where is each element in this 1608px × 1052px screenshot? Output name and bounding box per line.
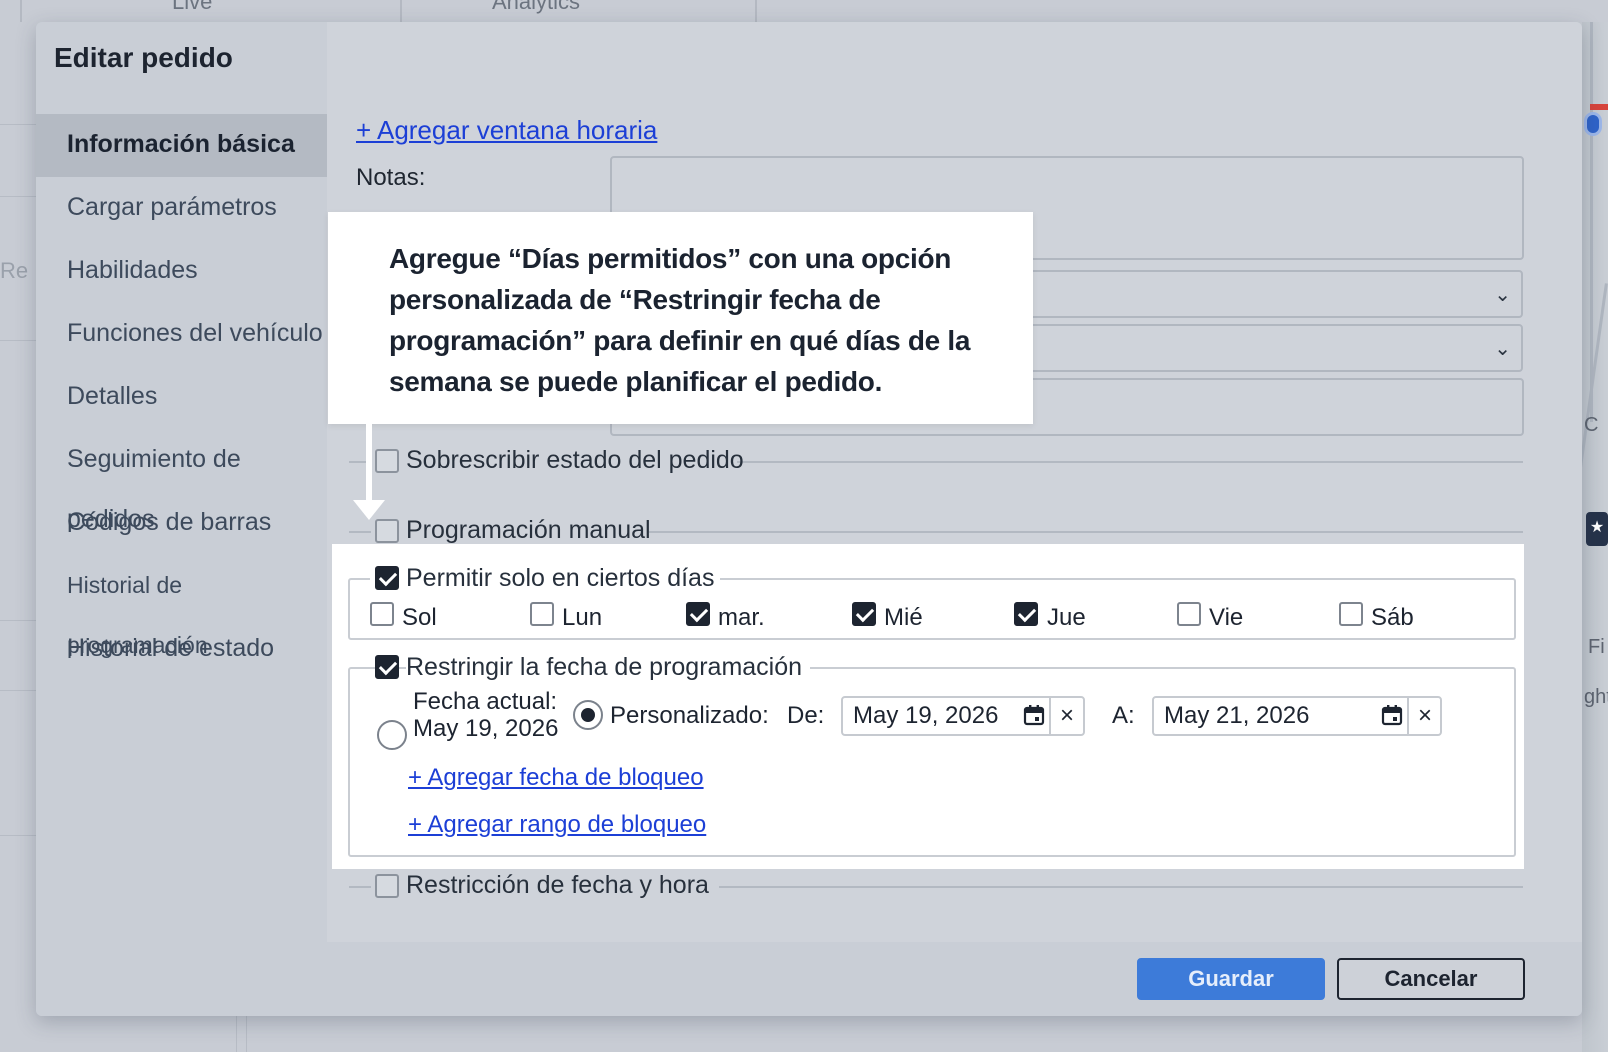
day-checkbox-sun[interactable] (370, 602, 394, 626)
fieldset-line (349, 531, 371, 533)
modal-sidebar: Información básica Cargar parámetros Hab… (36, 114, 327, 681)
to-date-value: May 21, 2026 (1164, 702, 1310, 729)
sidebar-item-skills[interactable]: Habilidades (36, 240, 327, 303)
sidebar-item-details[interactable]: Detalles (36, 366, 327, 429)
background-tab-live: Live (172, 0, 402, 22)
chevron-down-icon: ⌄ (1494, 284, 1511, 306)
from-date-label: De: (787, 702, 825, 729)
day-checkbox-wed[interactable] (852, 602, 876, 626)
background-edge-text: Fi (1588, 636, 1605, 658)
background-divider (0, 196, 36, 197)
background-divider (236, 1016, 237, 1052)
current-date-radio[interactable] (377, 720, 407, 750)
background-divider (0, 690, 36, 691)
custom-date-label: Personalizado: (610, 702, 769, 729)
day-checkbox-fri[interactable] (1177, 602, 1201, 626)
sidebar-item-scheduling-history[interactable]: Historial de programación (36, 555, 327, 658)
modal-title: Editar pedido (54, 42, 233, 73)
sidebar-item-vehicle-features[interactable]: Funciones del vehículo (36, 303, 327, 366)
save-button[interactable]: Guardar (1137, 958, 1325, 1000)
map-route-marker (1590, 104, 1608, 110)
from-date-value: May 19, 2026 (853, 702, 999, 729)
background-tabbar: Live Analytics (20, 0, 757, 22)
calendar-icon[interactable] (1381, 704, 1403, 726)
map-pin-icon (1584, 112, 1602, 136)
add-block-date-link[interactable]: + Agregar fecha de bloqueo (408, 764, 704, 792)
background-divider (0, 620, 36, 621)
day-label-wed: Mié (884, 604, 923, 631)
background-edge-text: C (1584, 414, 1599, 436)
allow-certain-days-label: Permitir solo en ciertos días (406, 564, 721, 593)
manual-scheduling-checkbox[interactable] (375, 519, 399, 543)
day-label-tue: mar. (718, 604, 765, 631)
day-label-sun: Sol (402, 604, 437, 631)
map-road (1590, 22, 1593, 422)
add-block-range-link[interactable]: + Agregar rango de bloqueo (408, 811, 706, 839)
sidebar-item-basic-info[interactable]: Información básica (36, 114, 327, 177)
datetime-restriction-label: Restricción de fecha y hora (406, 871, 709, 899)
day-label-sat: Sáb (1371, 604, 1414, 631)
dropdown-select[interactable]: ⌄ (977, 270, 1523, 318)
current-date-value: May 19, 2026 (413, 715, 559, 742)
chat-icon[interactable]: ★ (1586, 512, 1608, 546)
manual-scheduling-label: Programación manual (406, 516, 651, 544)
override-status-checkbox[interactable] (375, 449, 399, 473)
current-date-label: Fecha actual: May 19, 2026 (413, 688, 558, 742)
current-date-caption: Fecha actual: (413, 688, 558, 715)
fieldset-line (349, 886, 371, 888)
sidebar-item-order-tracking[interactable]: Seguimiento de pedidos (36, 429, 327, 533)
day-label-fri: Vie (1209, 604, 1244, 631)
day-label-mon: Lun (562, 604, 603, 631)
allow-certain-days-checkbox[interactable] (375, 566, 399, 590)
background-tab-analytics: Analytics (402, 0, 757, 22)
cancel-button[interactable]: Cancelar (1337, 958, 1525, 1000)
edit-order-modal: Editar pedido Información básica Cargar … (36, 22, 1582, 1016)
background-divider (246, 1016, 247, 1052)
arrow-down-icon (353, 500, 385, 520)
day-checkbox-sat[interactable] (1339, 602, 1363, 626)
dropdown-select[interactable]: ⌄ (977, 324, 1523, 372)
sidebar-item-load-parameters[interactable]: Cargar parámetros (36, 177, 327, 240)
background-divider (0, 340, 36, 341)
from-date-input[interactable]: May 19, 2026 × (841, 696, 1085, 736)
clear-from-date-icon[interactable]: × (1049, 696, 1083, 736)
add-time-window-link[interactable]: + Agregar ventana horaria (356, 115, 657, 146)
background-left-text: Re (0, 258, 29, 283)
day-label-thu: Jue (1047, 604, 1086, 631)
to-date-label: A: (1112, 702, 1135, 729)
day-checkbox-tue[interactable] (686, 602, 710, 626)
restrict-date-checkbox[interactable] (375, 655, 399, 679)
day-checkbox-mon[interactable] (530, 602, 554, 626)
datetime-restriction-checkbox[interactable] (375, 874, 399, 898)
callout-arrow (366, 424, 372, 510)
day-checkbox-thu[interactable] (1014, 602, 1038, 626)
allowed-days-highlight: Permitir solo en ciertos días Sol Lun ma… (332, 544, 1524, 869)
fieldset-line (719, 886, 1523, 888)
background-edge-text: ght (1584, 686, 1608, 708)
to-date-input[interactable]: May 21, 2026 × (1152, 696, 1442, 736)
clear-to-date-icon[interactable]: × (1407, 696, 1441, 736)
fieldset-line (649, 531, 1523, 533)
background-divider (0, 835, 36, 836)
annotation-callout: Agregue “Días permitidos” con una opción… (328, 212, 1033, 424)
modal-footer: Guardar Cancelar (36, 942, 1582, 1016)
sidebar-item-status-history[interactable]: Historial de estado (36, 618, 327, 681)
chevron-down-icon: ⌄ (1494, 338, 1511, 360)
fieldset-line (737, 461, 1523, 463)
calendar-icon[interactable] (1023, 704, 1045, 726)
custom-date-radio[interactable] (573, 700, 603, 730)
restrict-date-label: Restringir la fecha de programación (406, 653, 811, 682)
notes-label: Notas: (356, 164, 426, 191)
sidebar-item-barcodes[interactable]: Códigos de barras (36, 492, 327, 555)
background-divider (0, 124, 36, 125)
override-status-label: Sobrescribir estado del pedido (406, 446, 744, 474)
